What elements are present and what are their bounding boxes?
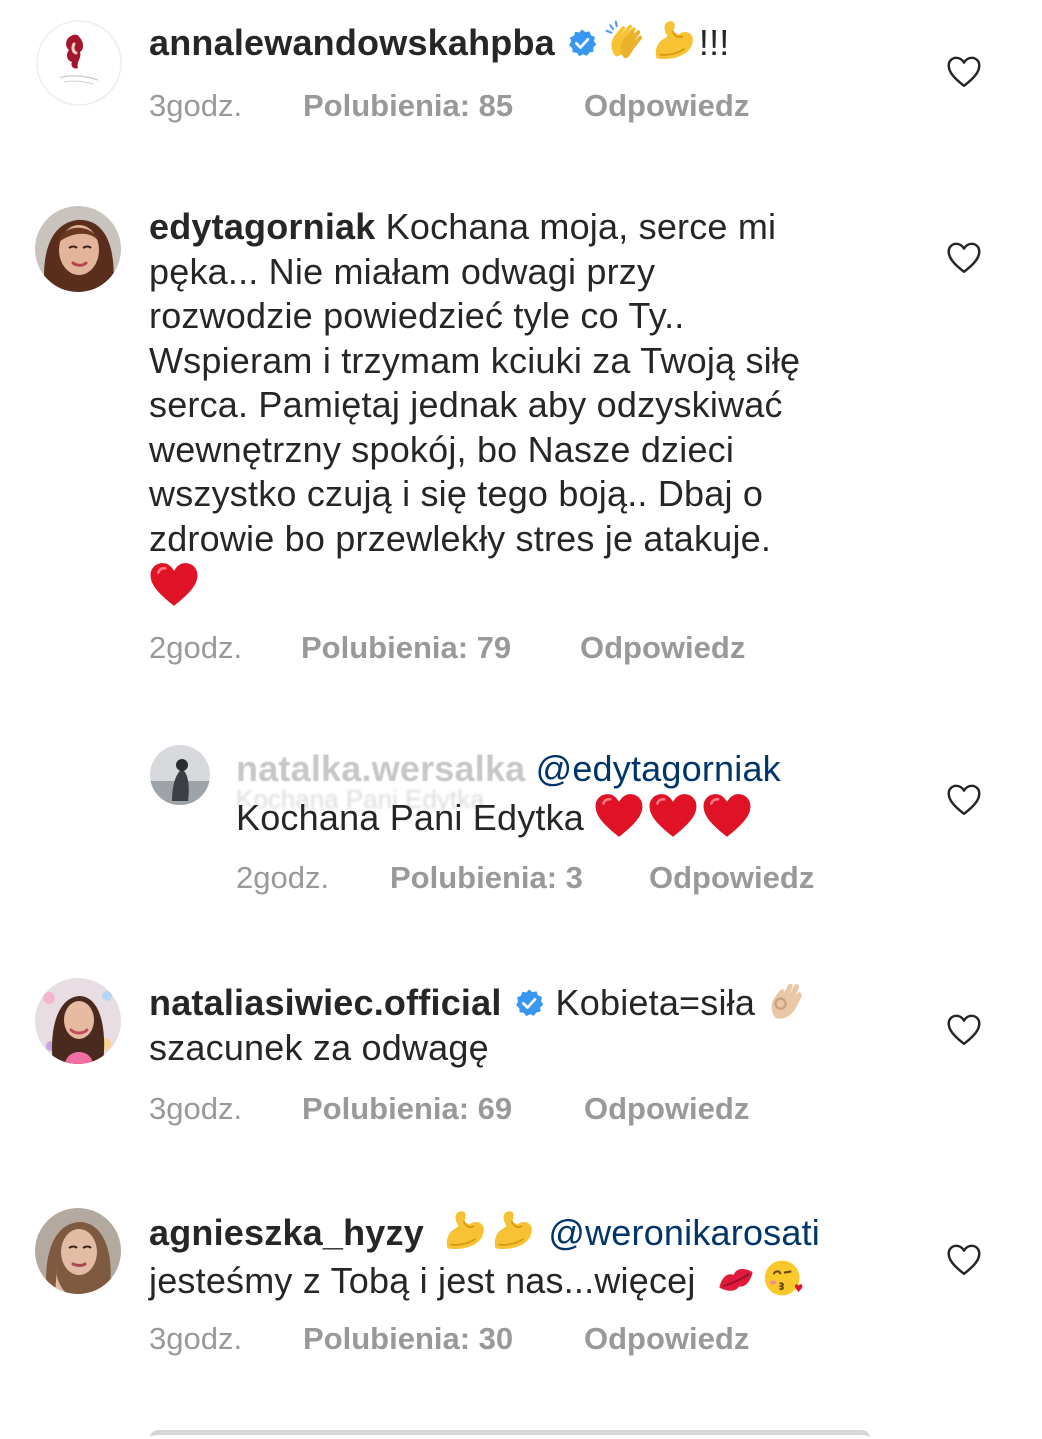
comment-text-line: szacunek za odwagę [149,1026,489,1068]
comment-likes-link[interactable]: Polubienia: 3 [390,860,649,896]
comment-text-line: Kochana moja, serce mi [385,206,777,247]
verified-badge-icon [567,28,597,58]
comment-text-line: serca. Pamiętaj jednak aby odzyskiwać [149,384,783,425]
comment-username[interactable]: natalka.wersalka [236,748,525,789]
comment-text-line: jesteśmy z Tobą i jest nas...więcej [149,1259,696,1301]
clapping-hands-emoji-icon [603,18,647,62]
comment-username[interactable]: annalewandowskahpba [149,22,555,63]
ok-hand-emoji-icon [765,978,809,1022]
red-heart-emoji-icon [149,561,199,609]
avatar[interactable] [35,206,121,292]
comment-meta: 2godz. Polubienia: 3 Odpowiedz [236,860,814,896]
comment-body: edytagorniak Kochana moja, serce mi pęka… [149,205,989,606]
mention-link[interactable]: @edytagorniak [536,748,781,789]
reply-button[interactable]: Odpowiedz [584,1091,749,1127]
comment-text: !!! [698,22,730,63]
comment-likes-link[interactable]: Polubienia: 85 [303,88,584,124]
comment-time: 3godz. [149,1321,243,1356]
reply-button[interactable]: Odpowiedz [584,1321,749,1357]
comment-text-line: Wspieram i trzymam kciuki za Twoją siłę [149,339,801,381]
flexed-biceps-emoji-icon [651,18,695,62]
avatar[interactable] [35,1208,121,1294]
comment-meta: 2godz. Polubienia: 79 Odpowiedz [149,630,745,666]
flexed-biceps-emoji-icon [442,1208,486,1252]
comment-likes-link[interactable]: Polubienia: 30 [303,1321,584,1357]
mention-link[interactable]: @weronikarosati [548,1212,820,1253]
comment-body: nataliasiwiec.official Kobieta=siła szacu… [149,978,929,1070]
comment-username[interactable]: edytagorniak [149,206,375,247]
avatar[interactable] [36,20,122,106]
face-blowing-kiss-emoji-icon [762,1256,806,1300]
comment-time: 2godz. [149,630,243,665]
like-heart-icon[interactable] [946,1244,982,1276]
flexed-biceps-emoji-icon [490,1208,534,1252]
comment-time: 3godz. [149,1091,243,1126]
comment-meta: 3godz. Polubienia: 30 Odpowiedz [149,1321,749,1357]
comment-text-line: zdrowie bo przewlekły stres je atakuje. [149,517,772,559]
comment-text-line: wszystko czują i się tego boją.. Dbaj o [149,473,764,514]
like-heart-icon[interactable] [946,1014,982,1046]
comment-likes-link[interactable]: Polubienia: 69 [302,1091,584,1127]
like-heart-icon[interactable] [946,242,982,274]
like-heart-icon[interactable] [946,56,982,88]
comment-username[interactable]: nataliasiwiec.official [149,982,502,1023]
red-heart-emoji-icon [594,792,644,840]
kiss-mark-emoji-icon [714,1256,758,1300]
comment-username[interactable]: agnieszka_hyzy [149,1212,424,1253]
comment-meta: 3godz. Polubienia: 85 Odpowiedz [149,88,749,124]
comment-text: Kochana Pani Edytka [236,796,585,838]
comment-text: Kobieta=siła [555,982,756,1023]
comment-time: 2godz. [236,860,330,895]
comment-body: natalka.wersalka @edytagorniak Kochana P… [236,747,916,840]
red-heart-emoji-icon [648,792,698,840]
comment-text-line: wewnętrzny spokój, bo Nasze dzieci [149,428,735,470]
reply-button[interactable]: Odpowiedz [584,88,749,124]
avatar[interactable] [35,978,121,1064]
comment-meta: 3godz. Polubienia: 69 Odpowiedz [149,1091,749,1127]
comment-text-line: pęka... Nie miałam odwagi przy [149,250,656,292]
comment-likes-link[interactable]: Polubienia: 79 [301,630,580,666]
comment-body: agnieszka_hyzy @weronikarosati jesteśmy … [149,1208,949,1303]
verified-badge-icon [514,988,544,1018]
red-heart-emoji-icon [702,792,752,840]
reply-button[interactable]: Odpowiedz [580,630,745,666]
comment-time: 3godz. [149,88,243,123]
comment-body: annalewandowskahpba!!! [149,18,909,66]
comment-text-line: rozwodzie powiedzieć tyle co Ty.. [149,295,685,336]
avatar[interactable] [150,745,210,805]
like-heart-icon[interactable] [946,784,982,816]
reply-button[interactable]: Odpowiedz [649,860,814,896]
next-comment-cutoff [150,1430,870,1439]
